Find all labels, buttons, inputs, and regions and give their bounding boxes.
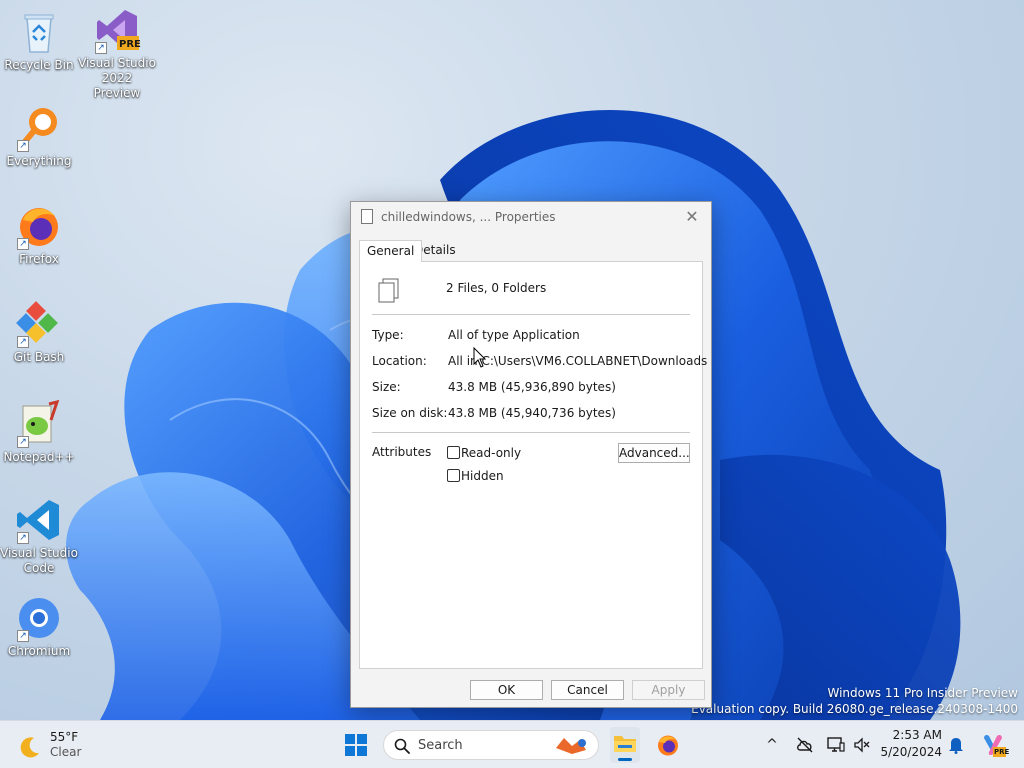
location-label: Location: bbox=[372, 354, 427, 368]
desktop-icon-label: Everything bbox=[6, 154, 72, 168]
taskbar: 55°F Clear Search ^ 2:53 AM 5/20/2024 PR… bbox=[0, 720, 1024, 768]
search-highlight-icon bbox=[556, 738, 586, 754]
document-icon bbox=[361, 209, 373, 224]
desktop-icon-chromium[interactable]: ↗ Chromium bbox=[0, 594, 78, 659]
weather-widget[interactable]: 55°F Clear bbox=[8, 727, 128, 763]
hidden-checkbox[interactable] bbox=[447, 469, 460, 482]
notepad-plus-plus-icon: ↗ bbox=[15, 399, 63, 448]
clock-time[interactable]: 2:53 AM bbox=[876, 728, 942, 742]
search-icon bbox=[394, 738, 410, 754]
evaluation-watermark: Windows 11 Pro Insider Preview Evaluatio… bbox=[691, 685, 1018, 717]
folder-icon bbox=[614, 736, 636, 752]
network-display-icon[interactable] bbox=[827, 736, 845, 754]
copilot-button[interactable]: PRE bbox=[980, 732, 1010, 758]
desktop-icon-label: Notepad++ bbox=[3, 450, 75, 464]
shortcut-arrow-icon: ↗ bbox=[17, 630, 29, 642]
read-only-label[interactable]: Read-only bbox=[461, 446, 521, 460]
apply-button[interactable]: Apply bbox=[632, 680, 705, 700]
firefox-icon bbox=[658, 735, 678, 756]
windows-logo-icon bbox=[345, 734, 367, 756]
start-button[interactable] bbox=[344, 733, 368, 757]
taskbar-firefox[interactable] bbox=[656, 733, 680, 757]
show-hidden-icons-chevron-icon[interactable]: ^ bbox=[764, 737, 780, 753]
general-tab-panel: 2 Files, 0 Folders Type: All of type App… bbox=[359, 261, 707, 669]
vscode-icon: ↗ bbox=[15, 496, 63, 544]
desktop-icon-label: Recycle Bin bbox=[4, 58, 74, 72]
desktop-icon-label: Firefox bbox=[19, 252, 59, 266]
dialog-titlebar[interactable]: chilledwindows, ... Properties ✕ bbox=[351, 202, 711, 232]
volume-muted-icon[interactable] bbox=[853, 736, 871, 754]
desktop-icon-vscode[interactable]: ↗ Visual Studio Code bbox=[0, 496, 78, 576]
cloud-offline-icon[interactable] bbox=[796, 736, 814, 754]
desktop-icon-everything[interactable]: ↗ Everything bbox=[0, 104, 78, 169]
size-on-disk-label: Size on disk: bbox=[372, 406, 448, 420]
desktop-icon-notepad-plus-plus[interactable]: ↗ Notepad++ bbox=[0, 399, 78, 465]
desktop-icon-label: Git Bash bbox=[13, 350, 65, 364]
selection-summary: 2 Files, 0 Folders bbox=[446, 281, 547, 295]
desktop-icon-git-bash[interactable]: ↗ Git Bash bbox=[0, 300, 78, 365]
attributes-label: Attributes bbox=[372, 445, 432, 459]
tab-general[interactable]: General bbox=[359, 240, 423, 262]
notification-bell-icon[interactable] bbox=[948, 736, 964, 754]
type-label: Type: bbox=[372, 328, 404, 342]
recycle-bin-icon bbox=[15, 8, 63, 56]
desktop-icon-label: Chromium bbox=[7, 644, 71, 658]
desktop-icon-label: Visual Studio 2022 Preview bbox=[78, 56, 156, 100]
git-bash-icon: ↗ bbox=[15, 300, 63, 348]
multiple-files-icon bbox=[378, 278, 399, 303]
active-app-indicator bbox=[618, 758, 632, 761]
close-icon[interactable]: ✕ bbox=[681, 206, 703, 228]
properties-dialog: chilledwindows, ... Properties ✕ General… bbox=[350, 201, 712, 708]
desktop-icon-recycle-bin[interactable]: Recycle Bin bbox=[0, 8, 78, 73]
chromium-icon: ↗ bbox=[15, 594, 63, 642]
moon-icon bbox=[20, 737, 39, 758]
ok-button[interactable]: OK bbox=[470, 680, 543, 700]
watermark-line-1: Windows 11 Pro Insider Preview bbox=[827, 686, 1018, 700]
shortcut-arrow-icon: ↗ bbox=[17, 436, 29, 448]
desktop-icon-visual-studio[interactable]: PRE ↗ Visual Studio 2022 Preview bbox=[78, 6, 156, 101]
size-label: Size: bbox=[372, 380, 401, 394]
weather-temperature: 55°F bbox=[50, 730, 79, 744]
hidden-label[interactable]: Hidden bbox=[461, 469, 504, 483]
divider bbox=[372, 432, 690, 433]
size-on-disk-value: 43.8 MB (45,940,736 bytes) bbox=[448, 406, 616, 420]
read-only-checkbox[interactable] bbox=[447, 446, 460, 459]
shortcut-arrow-icon: ↗ bbox=[17, 238, 29, 250]
copilot-pre-badge: PRE bbox=[994, 748, 1010, 756]
watermark-line-2: Evaluation copy. Build 26080.ge_release.… bbox=[691, 702, 1018, 716]
weather-condition: Clear bbox=[50, 745, 82, 759]
taskbar-file-explorer[interactable] bbox=[610, 727, 640, 763]
dialog-title: chilledwindows, ... Properties bbox=[381, 210, 556, 224]
pre-badge: PRE bbox=[119, 39, 141, 50]
firefox-icon: ↗ bbox=[15, 202, 63, 250]
desktop-icon-firefox[interactable]: ↗ Firefox bbox=[0, 202, 78, 267]
search-label: Search bbox=[418, 738, 463, 753]
everything-search-icon: ↗ bbox=[15, 104, 63, 152]
visual-studio-icon: PRE ↗ bbox=[93, 6, 141, 54]
cancel-button[interactable]: Cancel bbox=[551, 680, 624, 700]
size-value: 43.8 MB (45,936,890 bytes) bbox=[448, 380, 616, 394]
divider bbox=[372, 314, 690, 315]
shortcut-arrow-icon: ↗ bbox=[17, 336, 29, 348]
shortcut-arrow-icon: ↗ bbox=[95, 42, 107, 54]
mouse-cursor-icon bbox=[473, 347, 487, 368]
shortcut-arrow-icon: ↗ bbox=[17, 140, 29, 152]
type-value: All of type Application bbox=[448, 328, 580, 342]
clock-date[interactable]: 5/20/2024 bbox=[876, 745, 942, 759]
advanced-button[interactable]: Advanced... bbox=[618, 443, 690, 463]
taskbar-search-box[interactable]: Search bbox=[383, 730, 599, 760]
desktop-icon-label: Visual Studio Code bbox=[0, 546, 78, 575]
shortcut-arrow-icon: ↗ bbox=[17, 532, 29, 544]
